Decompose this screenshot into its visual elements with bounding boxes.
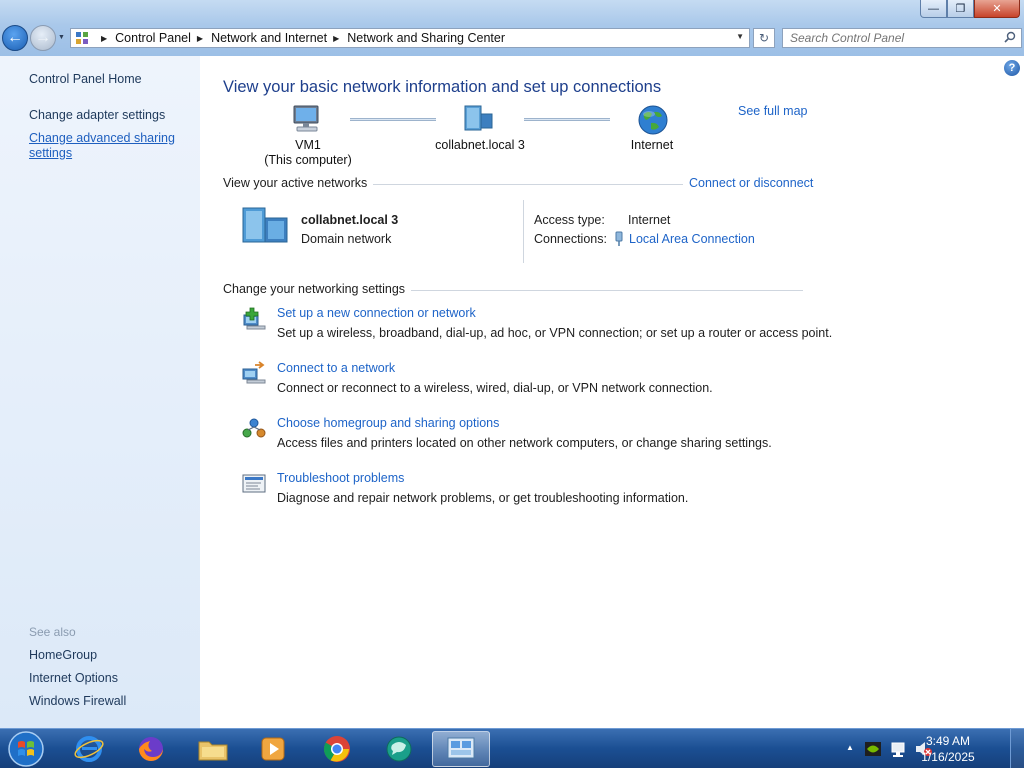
show-hidden-icons-button[interactable]: ▲ xyxy=(846,743,854,752)
homegroup-link[interactable]: HomeGroup xyxy=(29,648,97,662)
connection-line xyxy=(524,118,610,121)
internet-globe-icon xyxy=(638,105,668,135)
network-control-panel-icon xyxy=(447,737,475,759)
network-tray-icon[interactable] xyxy=(890,740,908,758)
address-dropdown-icon[interactable]: ▼ xyxy=(736,32,744,41)
connection-line xyxy=(350,118,436,121)
search-icon[interactable] xyxy=(1004,31,1016,43)
chrome-icon xyxy=(323,736,350,762)
window-controls: — ❐ ✕ xyxy=(920,0,1020,18)
connect-network-icon xyxy=(242,361,266,384)
clock-time: 3:49 AM xyxy=(925,734,971,748)
task-pane: Control Panel Home Change adapter settin… xyxy=(0,56,200,728)
breadcrumb-separator-icon[interactable]: ▶ xyxy=(197,34,203,43)
computer-sub: (This computer) xyxy=(264,153,352,167)
refresh-button[interactable]: ↻ xyxy=(753,28,775,48)
domain-network-large-icon xyxy=(242,207,288,243)
title-bar: — ❐ ✕ ← → ▼ ▶ Control Panel ▶ Network an… xyxy=(0,0,1024,56)
advanced-sharing-line2[interactable]: settings xyxy=(29,146,72,160)
main-content: ? View your basic network information an… xyxy=(200,56,1024,728)
system-clock[interactable]: 3:49 AM 1/16/2025 xyxy=(918,733,978,765)
active-network-name: collabnet.local 3 xyxy=(301,213,399,227)
networking-settings-heading: Change your networking settings xyxy=(223,282,412,296)
internet-options-link[interactable]: Internet Options xyxy=(29,671,118,685)
internet-node[interactable]: Internet xyxy=(612,138,692,153)
internet-explorer-icon xyxy=(74,736,104,762)
maximize-button[interactable]: ❐ xyxy=(947,0,974,18)
breadcrumb-control-panel[interactable]: Control Panel xyxy=(115,31,191,45)
access-type-label: Access type: xyxy=(534,213,605,227)
see-full-map-link[interactable]: See full map xyxy=(738,104,807,118)
control-panel-icon xyxy=(75,31,91,45)
change-adapter-settings-link[interactable]: Change adapter settings xyxy=(29,108,165,122)
computer-icon xyxy=(293,105,319,132)
media-player-icon xyxy=(261,737,285,761)
close-button[interactable]: ✕ xyxy=(974,0,1020,18)
connections-label: Connections: xyxy=(534,232,607,246)
setup-connection-link[interactable]: Set up a new connection or network xyxy=(277,306,476,320)
media-player-taskbar-button[interactable] xyxy=(246,731,300,767)
control-panel-home-link[interactable]: Control Panel Home xyxy=(29,72,142,86)
messenger-taskbar-button[interactable] xyxy=(372,731,426,767)
this-computer-node[interactable]: VM1 (This computer) xyxy=(262,138,354,168)
breadcrumb-network-and-internet[interactable]: Network and Internet xyxy=(211,31,327,45)
clock-date: 1/16/2025 xyxy=(921,750,975,764)
ethernet-plug-icon xyxy=(615,231,623,246)
recent-pages-dropdown-icon[interactable]: ▼ xyxy=(58,34,65,41)
firefox-taskbar-button[interactable] xyxy=(124,731,178,767)
folder-icon xyxy=(198,741,228,761)
homegroup-sharing-link[interactable]: Choose homegroup and sharing options xyxy=(277,416,499,430)
taskbar: ▲ 3:49 AM 1/16/2025 xyxy=(0,728,1024,768)
connect-or-disconnect-link[interactable]: Connect or disconnect xyxy=(683,176,814,190)
homegroup-icon xyxy=(242,418,266,438)
setup-connection-desc: Set up a wireless, broadband, dial-up, a… xyxy=(277,326,833,340)
new-connection-icon xyxy=(243,307,266,330)
messenger-icon xyxy=(386,736,412,762)
domain-network-node[interactable]: collabnet.local 3 xyxy=(420,138,540,153)
access-type-value: Internet xyxy=(628,213,671,227)
troubleshoot-icon xyxy=(242,474,266,493)
advanced-sharing-line1[interactable]: Change advanced sharing xyxy=(29,131,175,145)
active-network-type-link[interactable]: Domain network xyxy=(301,232,391,246)
file-explorer-taskbar-button[interactable] xyxy=(186,731,240,767)
vertical-divider xyxy=(523,200,524,263)
change-advanced-sharing-link[interactable]: Change advanced sharing settings xyxy=(29,131,179,161)
page-title: View your basic network information and … xyxy=(223,78,662,96)
domain-network-icon xyxy=(464,105,493,131)
homegroup-sharing-desc: Access files and printers located on oth… xyxy=(277,436,772,450)
show-desktop-button[interactable] xyxy=(1010,729,1024,768)
back-button[interactable]: ← xyxy=(2,25,28,51)
network-control-panel-taskbar-button[interactable] xyxy=(432,731,490,767)
section-divider xyxy=(400,290,803,291)
troubleshoot-link[interactable]: Troubleshoot problems xyxy=(277,471,404,485)
internet-explorer-taskbar-button[interactable] xyxy=(62,731,116,767)
address-bar[interactable]: ▶ Control Panel ▶ Network and Internet ▶… xyxy=(70,28,750,48)
start-button[interactable] xyxy=(4,730,48,768)
windows-firewall-link[interactable]: Windows Firewall xyxy=(29,694,126,708)
connect-to-network-link[interactable]: Connect to a network xyxy=(277,361,395,375)
troubleshoot-desc: Diagnose and repair network problems, or… xyxy=(277,491,689,505)
search-box[interactable] xyxy=(782,28,1022,48)
help-button[interactable]: ? xyxy=(1004,60,1020,76)
minimize-button[interactable]: — xyxy=(920,0,947,18)
breadcrumb-separator-icon[interactable]: ▶ xyxy=(101,34,107,43)
connect-to-network-desc: Connect or reconnect to a wireless, wire… xyxy=(277,381,713,395)
search-input[interactable] xyxy=(783,29,993,47)
local-area-connection-link[interactable]: Local Area Connection xyxy=(629,232,755,246)
breadcrumb-network-sharing-center[interactable]: Network and Sharing Center xyxy=(347,31,505,45)
nvidia-tray-icon[interactable] xyxy=(864,740,882,758)
breadcrumb-separator-icon[interactable]: ▶ xyxy=(333,34,339,43)
computer-name: VM1 xyxy=(295,138,321,152)
chrome-taskbar-button[interactable] xyxy=(310,731,364,767)
forward-button[interactable]: → xyxy=(30,25,56,51)
firefox-icon xyxy=(139,737,163,761)
active-networks-heading: View your active networks xyxy=(223,176,374,190)
see-also-heading: See also xyxy=(29,625,76,639)
